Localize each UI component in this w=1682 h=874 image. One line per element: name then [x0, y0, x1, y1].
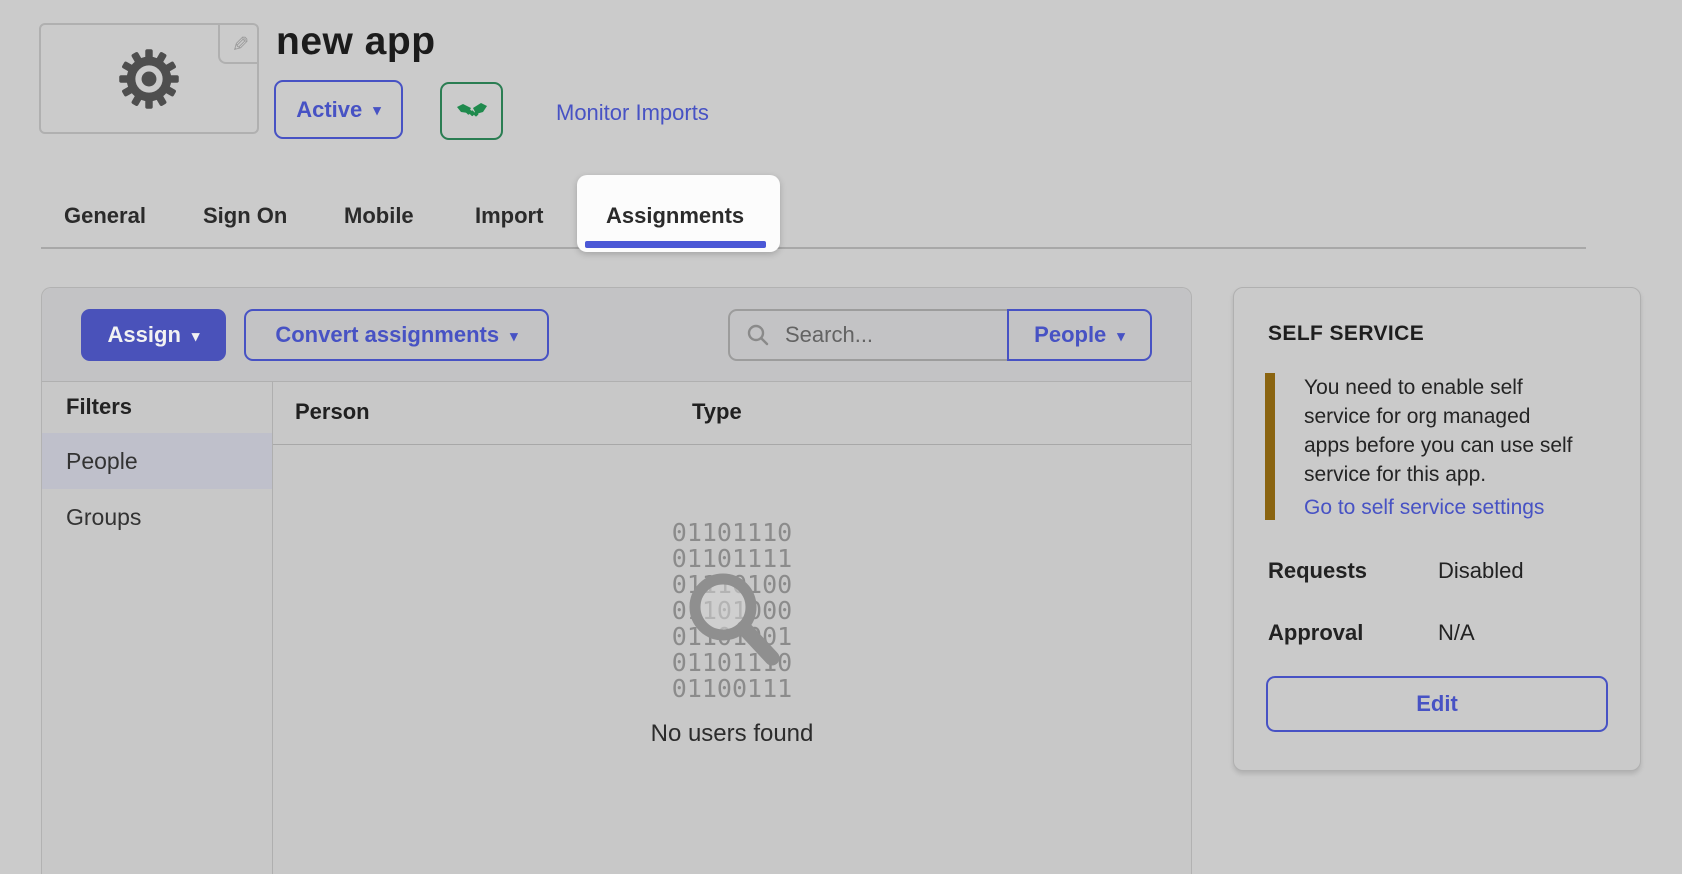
tab-assignments[interactable]: Assignments — [606, 203, 744, 229]
filter-item-groups[interactable]: Groups — [42, 489, 272, 545]
requests-row: Requests Disabled — [1268, 558, 1606, 584]
empty-state-message: No users found — [273, 720, 1191, 748]
gear-icon — [118, 48, 180, 110]
assign-button[interactable]: Assign ▾ — [81, 309, 226, 361]
monitor-imports-link[interactable]: Monitor Imports — [556, 100, 709, 126]
empty-state: 01101110 01101111 01110100 01101000 0110… — [273, 444, 1191, 874]
tab-general[interactable]: General — [64, 203, 146, 229]
app-status-label: Active — [296, 97, 362, 123]
approval-row: Approval N/A — [1268, 620, 1606, 646]
approval-value: N/A — [1438, 620, 1475, 646]
assign-button-label: Assign — [108, 322, 181, 348]
column-header-person: Person — [295, 399, 370, 425]
self-service-warning-text: You need to enable self service for org … — [1304, 373, 1576, 489]
column-header-type: Type — [692, 399, 742, 425]
chevron-down-icon: ▾ — [510, 329, 518, 344]
binary-line: 01101110 — [273, 520, 1191, 546]
assignments-panel: Assign ▾ Convert assignments ▾ People ▾ — [41, 287, 1192, 874]
filters-sidebar: Filters People Groups — [42, 381, 273, 874]
edit-self-service-button[interactable]: Edit — [1266, 676, 1608, 732]
pencil-icon: ✎ — [228, 35, 249, 53]
search-scope-dropdown[interactable]: People ▾ — [1007, 309, 1152, 361]
tabs-divider — [41, 247, 1586, 249]
handshake-icon — [456, 100, 488, 122]
search-input[interactable] — [783, 321, 987, 349]
assignments-toolbar: Assign ▾ Convert assignments ▾ People ▾ — [42, 288, 1191, 382]
search-group: People ▾ — [728, 309, 1152, 361]
edit-logo-button[interactable]: ✎ — [218, 25, 257, 64]
search-scope-label: People — [1034, 322, 1106, 348]
convert-assignments-button[interactable]: Convert assignments ▾ — [244, 309, 549, 361]
requests-label: Requests — [1268, 558, 1438, 584]
assignments-table-header: Person Type — [273, 381, 1191, 445]
tab-sign-on[interactable]: Sign On — [203, 203, 287, 229]
approval-label: Approval — [1268, 620, 1438, 646]
filters-heading: Filters — [42, 381, 272, 433]
self-service-settings-link[interactable]: Go to self service settings — [1304, 496, 1544, 520]
provisioning-button[interactable] — [440, 82, 503, 140]
self-service-warning: You need to enable self service for org … — [1265, 373, 1640, 520]
requests-value: Disabled — [1438, 558, 1524, 584]
chevron-down-icon: ▾ — [192, 329, 200, 344]
tab-import[interactable]: Import — [475, 203, 543, 229]
chevron-down-icon: ▾ — [1117, 329, 1125, 344]
self-service-card: SELF SERVICE You need to enable self ser… — [1233, 287, 1641, 771]
magnifier-icon — [678, 562, 798, 682]
tab-mobile[interactable]: Mobile — [344, 203, 414, 229]
page-title: new app — [276, 20, 436, 64]
search-field — [728, 309, 1009, 361]
app-logo-box: ✎ — [39, 23, 259, 134]
app-assignments-page: ✎ new app Active ▾ Monitor Imports Gener… — [0, 0, 1682, 874]
active-tab-underline — [585, 241, 766, 248]
self-service-heading: SELF SERVICE — [1268, 322, 1640, 346]
chevron-down-icon: ▾ — [373, 103, 381, 118]
search-icon — [746, 323, 770, 347]
convert-assignments-label: Convert assignments — [275, 322, 499, 348]
app-status-dropdown[interactable]: Active ▾ — [274, 80, 403, 139]
filter-item-people[interactable]: People — [42, 433, 272, 489]
